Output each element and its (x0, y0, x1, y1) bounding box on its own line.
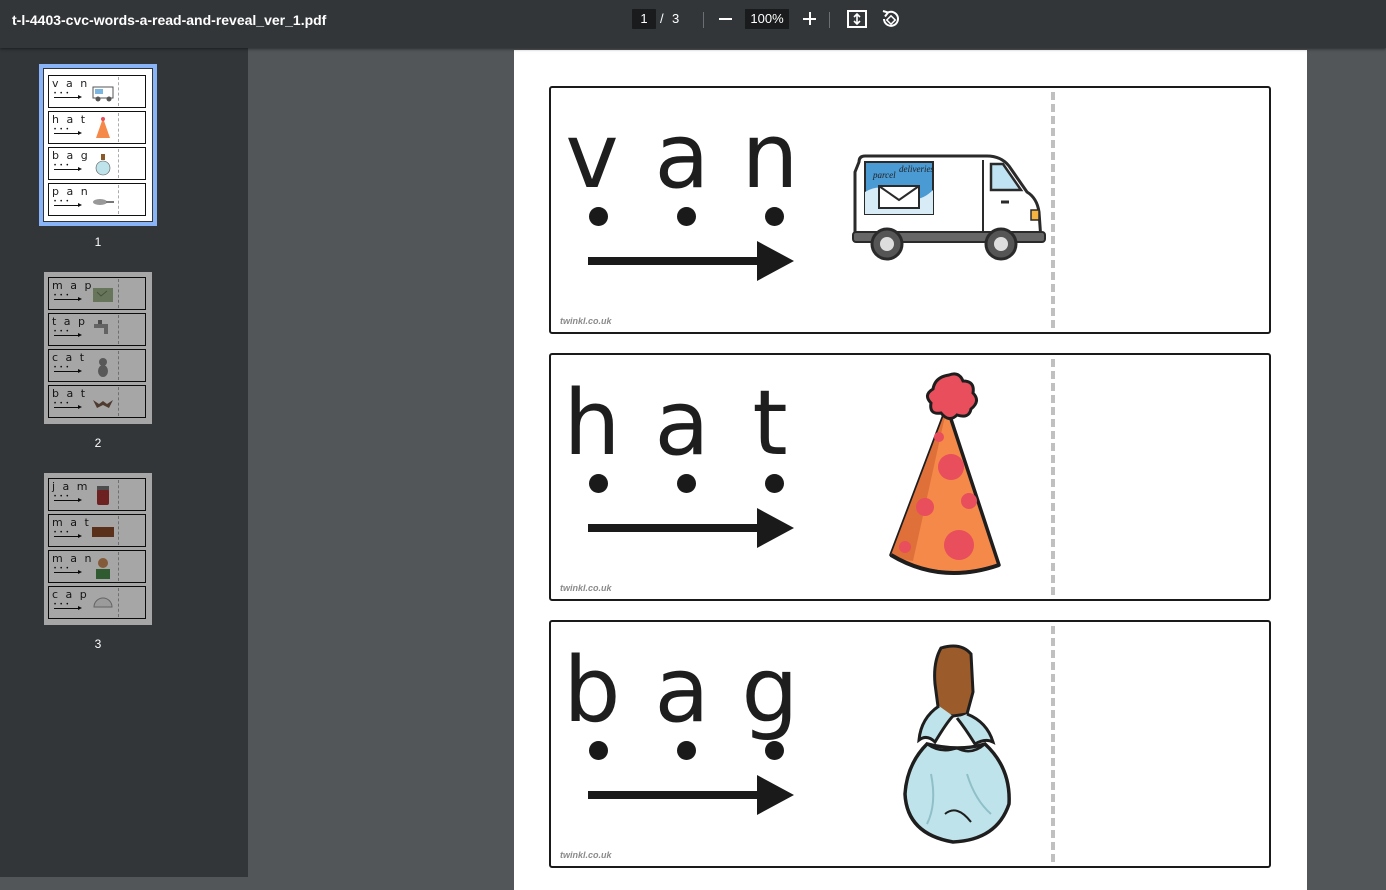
word-letter: a (654, 371, 710, 476)
page-thumbnail-3[interactable]: j a m ••• m a t ••• m a n ••• c a p ••• (44, 473, 152, 625)
sound-dot (677, 741, 696, 760)
thumbnail-word: p a n (52, 185, 90, 198)
page-separator: / (660, 11, 664, 26)
svg-text:parcel: parcel (872, 170, 896, 180)
word-letter: t (752, 371, 788, 476)
fit-page-icon (847, 10, 867, 28)
zoom-in-button[interactable] (800, 8, 820, 30)
map-icon (93, 288, 113, 302)
van-icon: parcel deliveries (852, 154, 1046, 261)
rotate-icon (882, 10, 899, 27)
sound-dot (589, 474, 608, 493)
blending-arrow (588, 257, 766, 265)
thumbnail-card: h a t ••• (48, 111, 146, 144)
watermark: twinkl.co.uk (560, 850, 612, 860)
word-card: v a n parcel deliveries twinkl.co.uk (549, 86, 1271, 334)
van-icon (92, 86, 114, 102)
thumbnail-page-number: 2 (94, 436, 102, 450)
fold-line (1051, 626, 1055, 862)
arrow-head (757, 241, 794, 281)
arrow-head (757, 775, 794, 815)
thumbnail-word: m a p (52, 279, 94, 292)
toolbar-divider (829, 12, 830, 28)
thumbnail-page-number: 1 (94, 235, 102, 249)
thumbnail-word: m a n (52, 552, 94, 565)
thumbnail-word: t a p (52, 315, 88, 328)
thumbnail-card: c a p ••• (48, 586, 146, 619)
thumbnail-card: b a t ••• (48, 385, 146, 418)
watermark: twinkl.co.uk (560, 316, 612, 326)
thumbnail-card: v a n ••• (48, 75, 146, 108)
pan-icon (93, 199, 114, 205)
word-letter: a (654, 104, 710, 209)
page-total: 3 (672, 11, 680, 26)
thumbnail-card: m a n ••• (48, 550, 146, 583)
word-letter: b (563, 638, 621, 743)
thumbnail-word: j a m (52, 480, 90, 493)
cat-icon (98, 358, 108, 377)
thumbnail-word: m a t (52, 516, 91, 529)
document-title: t-l-4403-cvc-words-a-read-and-reveal_ver… (12, 12, 327, 28)
thumbnail-page-number: 3 (94, 637, 102, 651)
page-thumbnail-1[interactable]: v a n ••• h a t ••• b a g ••• p a n ••• (39, 64, 157, 226)
thumbnail-card: b a g ••• (48, 147, 146, 180)
zoom-level-input[interactable]: 100% (745, 9, 789, 29)
sound-dot (677, 207, 696, 226)
rotate-button[interactable] (879, 8, 901, 30)
party-hat-icon (889, 372, 1001, 575)
party-hat-icon (96, 117, 110, 138)
watermark: twinkl.co.uk (560, 583, 612, 593)
thumbnail-card: m a p ••• (48, 277, 146, 310)
thumbnail-card: p a n ••• (48, 183, 146, 216)
jam-icon (97, 486, 109, 505)
cap-icon (93, 597, 113, 608)
toolbar-divider (703, 12, 704, 28)
thumbnail-card: j a m ••• (48, 478, 146, 511)
thumbnail-card: c a t ••• (48, 349, 146, 382)
page-number-input[interactable]: 1 (632, 9, 656, 29)
zoom-out-button[interactable] (716, 8, 736, 30)
sound-dot (765, 474, 784, 493)
bat-icon (93, 400, 113, 408)
word-card: h a t twinkl.co.uk (549, 353, 1271, 601)
bag-icon (95, 154, 111, 176)
bag-icon (903, 644, 1011, 844)
thumbnail-word: c a p (52, 588, 89, 601)
sound-dot (589, 207, 608, 226)
word-letter: h (563, 371, 621, 476)
man-icon (96, 558, 110, 579)
word-letter: n (741, 104, 799, 209)
thumbnail-card: t a p ••• (48, 313, 146, 346)
thumbnail-word: b a t (52, 387, 88, 400)
sound-dot (765, 741, 784, 760)
page-thumbnail-2[interactable]: m a p ••• t a p ••• c a t ••• b a t ••• (44, 272, 152, 424)
sound-dot (765, 207, 784, 226)
thumbnail-card: m a t ••• (48, 514, 146, 547)
blending-arrow (588, 791, 766, 799)
arrow-head (757, 508, 794, 548)
thumbnail-sidebar: v a n ••• h a t ••• b a g ••• p a n ••• … (0, 48, 248, 877)
toolbar: t-l-4403-cvc-words-a-read-and-reveal_ver… (0, 0, 1386, 48)
tap-icon (94, 320, 108, 334)
thumbnail-word: b a g (52, 149, 90, 162)
fold-line (1051, 92, 1055, 328)
thumbnail-word: h a t (52, 113, 88, 126)
fold-line (1051, 359, 1055, 595)
thumbnail-word: c a t (52, 351, 87, 364)
word-letter: g (741, 638, 799, 743)
word-letter: v (565, 104, 619, 209)
fit-to-page-button[interactable] (846, 8, 868, 30)
word-card: b a g twinkl.co.uk (549, 620, 1271, 868)
thumbnail-word: v a n (52, 77, 90, 90)
svg-text:deliveries: deliveries (899, 164, 934, 174)
mat-icon (92, 527, 114, 537)
sound-dot (677, 474, 696, 493)
sound-dot (589, 741, 608, 760)
word-letter: a (654, 638, 710, 743)
pdf-page: v a n parcel deliveries twinkl.co.uk h a… (514, 50, 1307, 890)
blending-arrow (588, 524, 766, 532)
